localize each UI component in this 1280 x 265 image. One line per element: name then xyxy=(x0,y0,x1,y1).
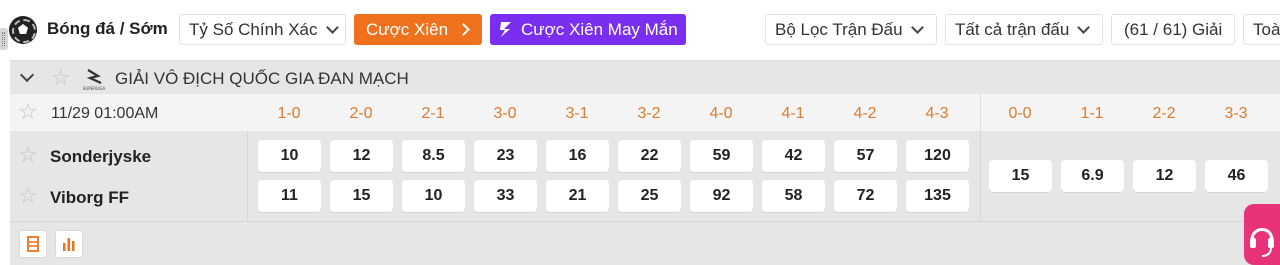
all-matches-dropdown[interactable]: Tất cả trận đấu xyxy=(945,14,1103,45)
lucky-parlay-label: Cược Xiên May Mắn xyxy=(521,19,678,39)
odds-area: ☆ Sonderjyske ☆ Viborg FF 10 12 8.5 23 16 22 5… xyxy=(10,131,1280,221)
away-odds-cell[interactable]: 92 xyxy=(690,180,753,212)
home-odds-cell[interactable]: 10 xyxy=(258,140,321,172)
statistics-button[interactable] xyxy=(55,230,83,258)
away-odds-cell[interactable]: 25 xyxy=(618,180,681,212)
chevron-down-icon xyxy=(1077,20,1091,34)
side-drawer-handle[interactable] xyxy=(0,28,8,50)
chevron-right-icon xyxy=(457,23,470,36)
away-odds-cell[interactable]: 33 xyxy=(474,180,537,212)
bet-type-label: Tỷ Số Chính Xác xyxy=(189,19,318,39)
score-header: 4-0 xyxy=(709,105,733,122)
home-odds-cell[interactable]: 59 xyxy=(690,140,753,172)
draw-odds-cell[interactable]: 46 xyxy=(1205,160,1268,192)
match-header-row: ☆ 11/29 01:00AM 1-0 2-0 2-1 3-0 3-1 3-2 4-0 4-1… xyxy=(10,94,1280,131)
home-odds-cell[interactable]: 42 xyxy=(762,140,825,172)
home-odds-cell[interactable]: 8.5 xyxy=(402,140,465,172)
home-odds-cell[interactable]: 12 xyxy=(330,140,393,172)
score-header: 1-1 xyxy=(1080,105,1104,122)
away-odds-cell[interactable]: 15 xyxy=(330,180,393,212)
score-header: 0-0 xyxy=(1008,105,1032,122)
leagues-count-label: (61 / 61) Giải xyxy=(1124,19,1223,39)
away-odds-cell[interactable]: 11 xyxy=(258,180,321,212)
collapse-chevron-icon[interactable] xyxy=(19,67,35,83)
score-header: 3-3 xyxy=(1224,105,1248,122)
match-filter-dropdown[interactable]: Bộ Lọc Trận Đấu xyxy=(765,14,937,45)
score-header: 3-1 xyxy=(565,105,589,122)
home-odds-cell[interactable]: 16 xyxy=(546,140,609,172)
home-odds-cell[interactable]: 120 xyxy=(906,140,969,172)
soccer-ball-icon xyxy=(9,16,37,44)
score-header: 4-1 xyxy=(781,105,805,122)
all-matches-label: Tất cả trận đấu xyxy=(955,19,1070,39)
draw-block-divider xyxy=(980,94,981,131)
top-bar: Bóng đá / Sớm Tỷ Số Chính Xác Cược Xiên … xyxy=(0,0,1280,60)
parlay-button[interactable]: Cược Xiên xyxy=(354,14,482,45)
away-odds-cell[interactable]: 10 xyxy=(402,180,465,212)
score-header: 2-1 xyxy=(421,105,445,122)
overflow-label: Toà xyxy=(1253,19,1280,39)
away-odds-cell[interactable]: 58 xyxy=(762,180,825,212)
away-odds-cell[interactable]: 72 xyxy=(834,180,897,212)
score-header: 3-0 xyxy=(493,105,517,122)
home-odds-cell[interactable]: 23 xyxy=(474,140,537,172)
favorite-match-star-icon[interactable]: ☆ xyxy=(18,101,38,123)
away-odds-cell[interactable]: 135 xyxy=(906,180,969,212)
draw-odds-cell[interactable]: 6.9 xyxy=(1061,160,1124,192)
match-filter-label: Bộ Lọc Trận Đấu xyxy=(775,19,903,39)
score-header: 4-2 xyxy=(853,105,877,122)
leagues-count-button[interactable]: (61 / 61) Giải xyxy=(1111,14,1235,45)
home-odds-cell[interactable]: 22 xyxy=(618,140,681,172)
score-header: 4-3 xyxy=(925,105,949,122)
chevron-down-icon xyxy=(910,20,924,34)
score-header: 1-0 xyxy=(277,105,301,122)
bar-chart-icon xyxy=(63,238,75,251)
lucky-parlay-button[interactable]: Cược Xiên May Mắn xyxy=(490,14,686,45)
page-title: Bóng đá / Sớm xyxy=(47,19,168,38)
scoreboard-button[interactable] xyxy=(19,230,47,258)
bet-type-dropdown[interactable]: Tỷ Số Chính Xác xyxy=(179,14,346,45)
chevron-down-icon xyxy=(325,20,339,34)
favorite-home-star-icon[interactable]: ☆ xyxy=(18,144,38,166)
match-time: 11/29 01:00AM xyxy=(51,105,159,122)
home-odds-cell[interactable]: 57 xyxy=(834,140,897,172)
lucky-parlay-icon xyxy=(500,22,511,37)
superliga-logo-icon: SUPERLIGA xyxy=(83,69,106,91)
overflow-button[interactable]: Toà xyxy=(1243,14,1280,45)
superliga-logo-text: SUPERLIGA xyxy=(83,86,106,91)
away-team: Viborg FF xyxy=(50,188,130,207)
score-header: 2-0 xyxy=(349,105,373,122)
home-team: Sonderjyske xyxy=(50,147,152,166)
score-header: 3-2 xyxy=(637,105,661,122)
favorite-away-star-icon[interactable]: ☆ xyxy=(18,185,38,207)
scoreboard-icon xyxy=(27,236,39,252)
league-name: GIẢI VÔ ĐỊCH QUỐC GIA ĐAN MẠCH xyxy=(115,69,409,88)
draw-odds-cell[interactable]: 12 xyxy=(1133,160,1196,192)
parlay-label: Cược Xiên xyxy=(366,19,449,39)
teams-column: ☆ Sonderjyske ☆ Viborg FF xyxy=(10,131,248,221)
league-header[interactable]: ☆ SUPERLIGA GIẢI VÔ ĐỊCH QUỐC GIA ĐAN MẠ… xyxy=(10,60,1280,94)
headset-icon xyxy=(1250,228,1274,257)
draw-block-divider xyxy=(980,131,981,221)
away-odds-cell[interactable]: 21 xyxy=(546,180,609,212)
match-footer xyxy=(10,221,1280,265)
live-support-button[interactable] xyxy=(1244,204,1280,265)
favorite-league-star-icon[interactable]: ☆ xyxy=(51,67,71,89)
draw-odds-cell[interactable]: 15 xyxy=(989,160,1052,192)
score-header: 2-2 xyxy=(1152,105,1176,122)
